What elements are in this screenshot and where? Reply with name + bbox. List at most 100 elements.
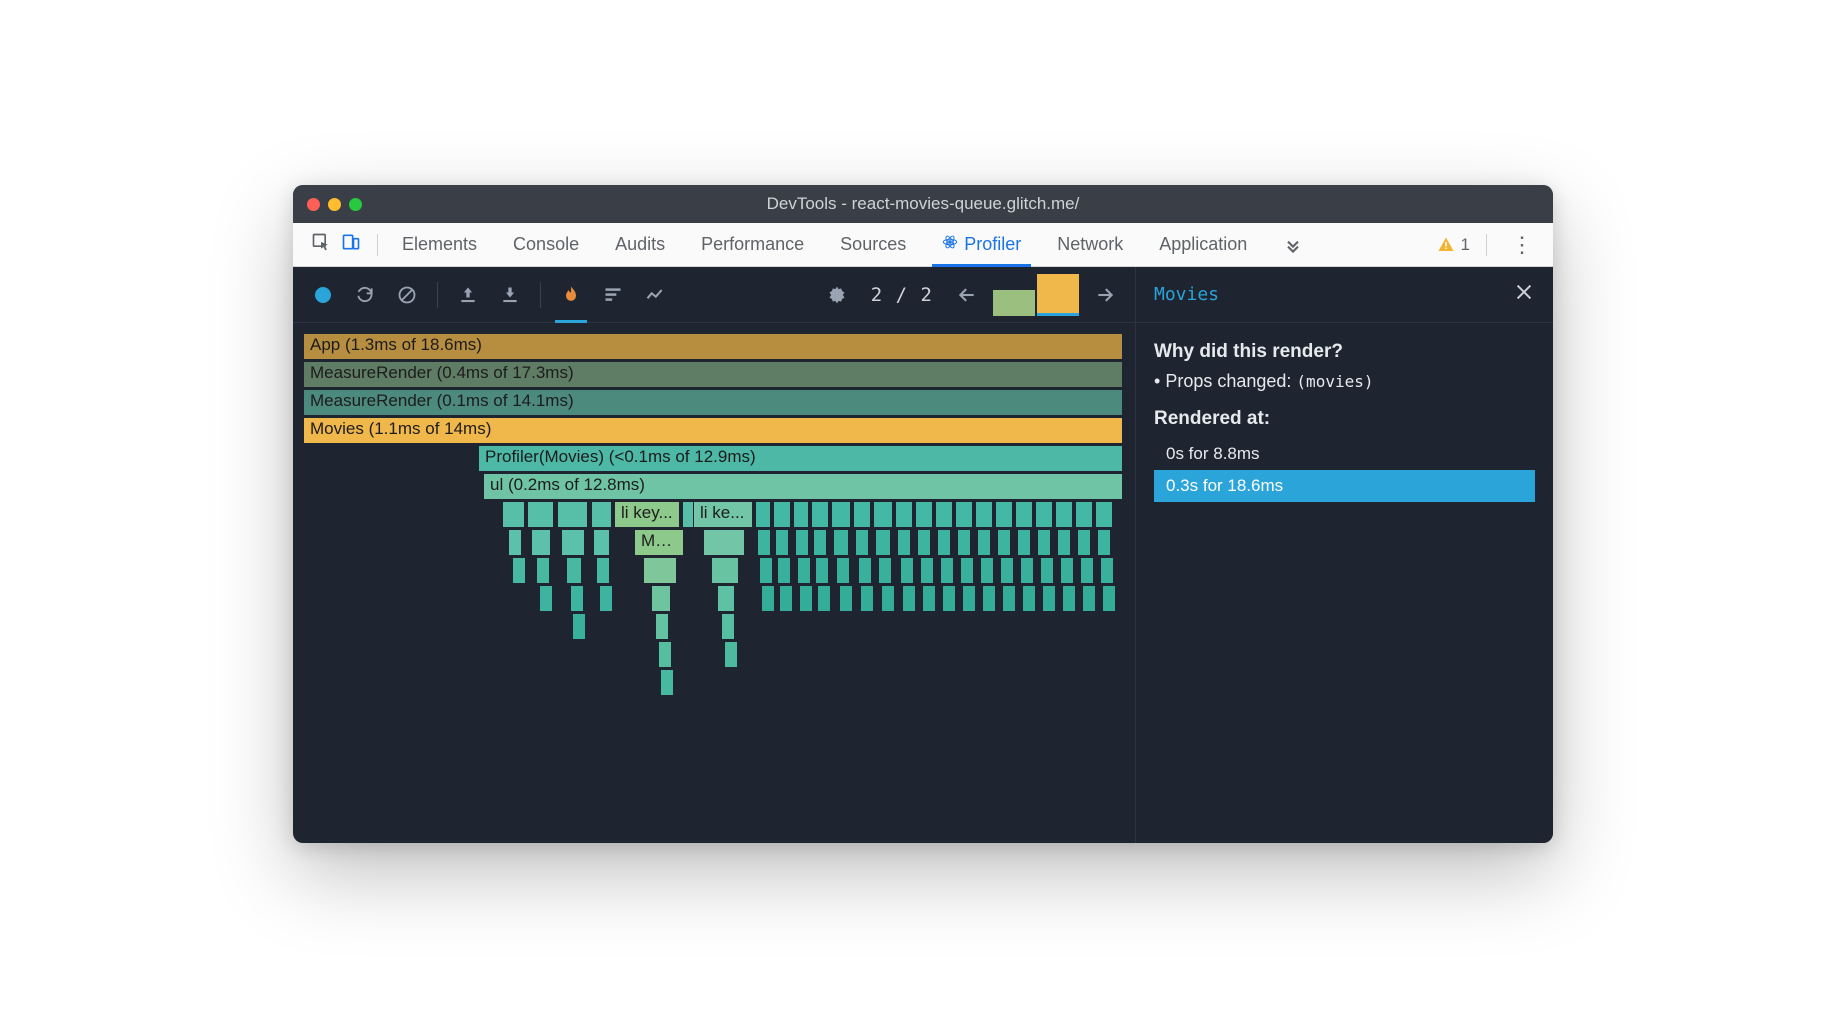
flame-bar[interactable] — [527, 501, 554, 528]
flame-bar[interactable]: ul (0.2ms of 12.8ms) — [483, 473, 1123, 500]
flame-bar[interactable] — [1040, 557, 1054, 584]
tab-elements[interactable]: Elements — [384, 223, 495, 267]
flame-bar[interactable] — [724, 641, 738, 668]
flame-bar[interactable] — [775, 529, 789, 556]
flame-bar[interactable] — [1037, 529, 1051, 556]
next-commit-button[interactable] — [1087, 277, 1123, 313]
flame-bar[interactable] — [1035, 501, 1053, 528]
flame-bar[interactable] — [799, 585, 813, 612]
flame-bar[interactable] — [721, 613, 735, 640]
flame-bar[interactable] — [997, 529, 1011, 556]
flame-bar[interactable] — [502, 501, 525, 528]
flame-bar[interactable] — [793, 501, 809, 528]
flame-bar[interactable]: App (1.3ms of 18.6ms) — [303, 333, 1123, 360]
flame-bar[interactable] — [915, 501, 933, 528]
flame-bar[interactable] — [512, 557, 526, 584]
flame-bar[interactable] — [831, 501, 851, 528]
flame-bar[interactable] — [1077, 529, 1091, 556]
flame-bar[interactable] — [811, 501, 829, 528]
flame-bar[interactable] — [960, 557, 974, 584]
settings-button[interactable] — [819, 277, 855, 313]
flame-bar[interactable] — [591, 501, 612, 528]
flame-bar[interactable] — [955, 501, 973, 528]
flame-bar[interactable] — [980, 557, 994, 584]
flame-bar[interactable] — [711, 557, 739, 584]
tab-application[interactable]: Application — [1141, 223, 1265, 267]
flame-bar[interactable] — [703, 529, 745, 556]
flame-bar[interactable]: MeasureRender (0.1ms of 14.1ms) — [303, 389, 1123, 416]
flame-bar[interactable] — [1082, 585, 1096, 612]
tab-audits[interactable]: Audits — [597, 223, 683, 267]
close-sidebar-button[interactable] — [1513, 281, 1535, 308]
flame-bar[interactable] — [531, 529, 551, 556]
flame-bar[interactable] — [940, 557, 954, 584]
flame-bar[interactable] — [1002, 585, 1016, 612]
flame-bar[interactable] — [836, 557, 850, 584]
flame-bar[interactable] — [1000, 557, 1014, 584]
flame-bar[interactable] — [717, 585, 735, 612]
flame-bar[interactable] — [777, 557, 791, 584]
zoom-window-button[interactable] — [349, 198, 362, 211]
flame-bar[interactable] — [593, 529, 610, 556]
flame-bar[interactable] — [655, 613, 669, 640]
flame-bar[interactable] — [1017, 529, 1031, 556]
flame-bar[interactable] — [757, 529, 771, 556]
prev-commit-button[interactable] — [949, 277, 985, 313]
flame-bar[interactable] — [1060, 557, 1074, 584]
flame-bar[interactable] — [561, 529, 585, 556]
flame-bar[interactable] — [817, 585, 831, 612]
clear-button[interactable] — [389, 277, 425, 313]
flame-bar[interactable] — [1100, 557, 1114, 584]
flame-bar[interactable] — [651, 585, 671, 612]
warnings-badge[interactable]: 1 — [1437, 235, 1470, 255]
flame-bar[interactable] — [1020, 557, 1034, 584]
interactions-tab[interactable] — [637, 277, 673, 313]
flame-bar[interactable] — [878, 557, 892, 584]
tab-performance[interactable]: Performance — [683, 223, 822, 267]
flame-bar[interactable] — [1075, 501, 1093, 528]
flame-bar[interactable] — [813, 529, 827, 556]
flame-bar[interactable] — [508, 529, 522, 556]
tab-profiler[interactable]: Profiler — [924, 223, 1039, 267]
flame-bar[interactable] — [853, 501, 871, 528]
render-item-0[interactable]: 0s for 8.8ms — [1154, 438, 1535, 470]
flame-bar[interactable] — [536, 557, 550, 584]
flame-bar[interactable] — [658, 641, 672, 668]
flame-bar[interactable] — [599, 585, 613, 612]
flame-bar[interactable] — [566, 557, 582, 584]
tab-sources[interactable]: Sources — [822, 223, 924, 267]
flame-bar[interactable]: Profiler(Movies) (<0.1ms of 12.9ms) — [478, 445, 1123, 472]
flame-bar[interactable] — [881, 585, 895, 612]
flame-bar[interactable] — [962, 585, 976, 612]
flame-bar[interactable] — [773, 501, 791, 528]
ranked-tab[interactable] — [595, 277, 631, 313]
flame-bar[interactable] — [755, 501, 771, 528]
flame-bar[interactable] — [855, 529, 869, 556]
flame-bar[interactable] — [897, 529, 911, 556]
record-button[interactable] — [305, 277, 341, 313]
flame-bar[interactable]: li ke... — [693, 501, 753, 528]
flame-bar[interactable] — [942, 585, 956, 612]
flame-bar[interactable] — [1042, 585, 1056, 612]
flame-bar[interactable] — [975, 501, 993, 528]
flame-bar[interactable] — [1055, 501, 1073, 528]
tab-network[interactable]: Network — [1039, 223, 1141, 267]
flame-bar[interactable] — [995, 501, 1013, 528]
commit-bar-0[interactable] — [993, 290, 1035, 316]
flame-bar[interactable]: Movies (1.1ms of 14ms) — [303, 417, 1123, 444]
flame-bar[interactable] — [761, 585, 775, 612]
tab-console[interactable]: Console — [495, 223, 597, 267]
flame-bar[interactable] — [839, 585, 853, 612]
flame-bar[interactable] — [1062, 585, 1076, 612]
flame-bar[interactable] — [1015, 501, 1033, 528]
flame-bar[interactable] — [1057, 529, 1071, 556]
flame-bar[interactable] — [982, 585, 996, 612]
flame-bar[interactable] — [596, 557, 610, 584]
more-tabs-button[interactable] — [1265, 223, 1321, 267]
render-item-1[interactable]: 0.3s for 18.6ms — [1154, 470, 1535, 502]
flame-bar[interactable] — [937, 529, 951, 556]
flame-bar[interactable] — [572, 613, 586, 640]
flame-bar[interactable]: Mo... — [634, 529, 684, 556]
flame-bar[interactable] — [779, 585, 793, 612]
flame-bar[interactable]: li key... — [614, 501, 680, 528]
